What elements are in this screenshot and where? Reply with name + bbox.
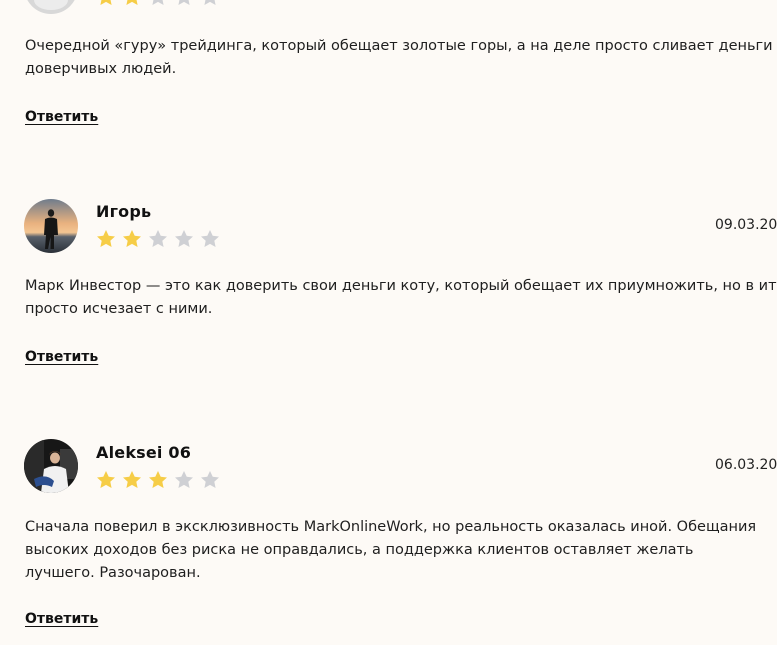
review-author: Aleksei 06 — [96, 443, 192, 462]
star-empty-icon — [178, 0, 190, 5]
review-author: Игорь — [96, 202, 152, 221]
star-filled-icon — [97, 471, 115, 488]
review-text: Очередной «гуру» трейдинга, который обещ… — [25, 38, 773, 77]
star-filled-icon — [149, 471, 167, 488]
star-empty-icon — [201, 471, 219, 488]
avatar — [24, 199, 78, 253]
rating-stars — [95, 228, 221, 250]
rating-stars — [95, 0, 221, 8]
reply-link[interactable]: Ответить — [25, 349, 98, 365]
review-text: Марк Инвестор — это как доверить свои де… — [25, 278, 777, 317]
star-empty-icon — [175, 471, 193, 488]
user-photo-dark-icon — [24, 439, 78, 493]
star-filled-icon — [97, 230, 115, 247]
star-filled-icon — [123, 471, 141, 488]
star-empty-icon — [152, 0, 164, 5]
user-photo-sunset-icon — [24, 199, 78, 253]
star-empty-icon — [201, 230, 219, 247]
review-date: 09.03.20 — [715, 217, 777, 233]
star-filled-icon — [100, 0, 112, 5]
reply-link[interactable]: Ответить — [25, 611, 98, 627]
avatar — [24, 439, 78, 493]
avatar — [24, 0, 78, 14]
star-filled-icon — [126, 0, 138, 5]
star-empty-icon — [175, 230, 193, 247]
reply-link[interactable]: Ответить — [25, 109, 98, 125]
rating-stars — [95, 469, 221, 491]
star-empty-icon — [204, 0, 216, 5]
review-text: Сначала поверил в эксклюзивность MarkOnl… — [25, 519, 757, 581]
star-empty-icon — [149, 230, 167, 247]
review-date: 06.03.20 — [715, 457, 777, 473]
star-filled-icon — [123, 230, 141, 247]
